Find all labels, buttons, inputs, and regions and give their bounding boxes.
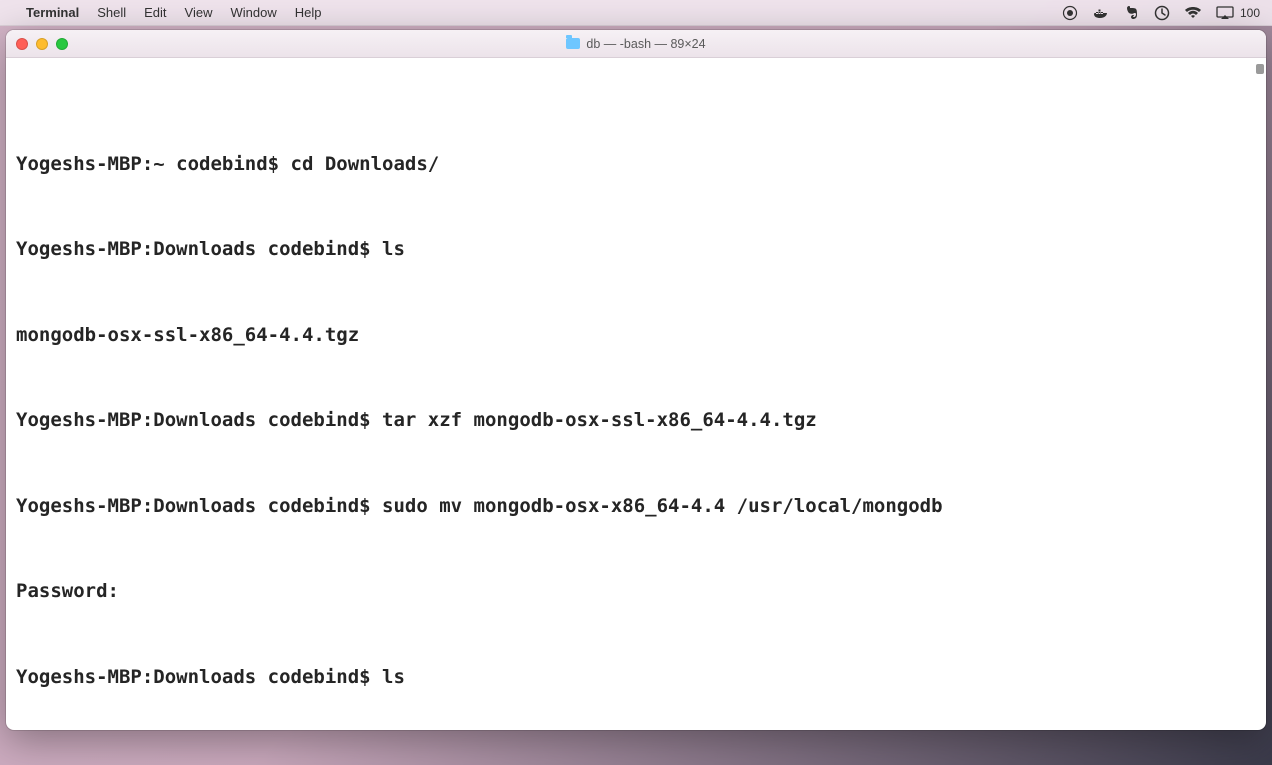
window-maximize-button[interactable] — [56, 38, 68, 50]
record-icon[interactable] — [1062, 5, 1078, 21]
terminal-window: db — -bash — 89×24 Yogeshs-MBP:~ codebin… — [6, 30, 1266, 730]
menubar-app-name[interactable]: Terminal — [26, 5, 79, 20]
wifi-icon[interactable] — [1184, 6, 1202, 20]
backup-icon[interactable] — [1154, 5, 1170, 21]
folder-icon — [566, 38, 580, 49]
terminal-line: Yogeshs-MBP:~ codebind$ cd Downloads/ — [16, 150, 1256, 179]
terminal-line: Yogeshs-MBP:Downloads codebind$ sudo mv … — [16, 492, 1256, 521]
menu-shell[interactable]: Shell — [97, 5, 126, 20]
terminal-line: Yogeshs-MBP:Downloads codebind$ ls — [16, 235, 1256, 264]
window-title-text: db — -bash — 89×24 — [586, 37, 705, 51]
menu-help[interactable]: Help — [295, 5, 322, 20]
menu-edit[interactable]: Edit — [144, 5, 166, 20]
battery-percentage: 100 — [1240, 6, 1260, 20]
terminal-line: mongodb-osx-ssl-x86_64-4.4.tgz — [16, 321, 1256, 350]
docker-icon[interactable] — [1092, 5, 1110, 21]
window-title: db — -bash — 89×24 — [6, 37, 1266, 51]
macos-menubar: Terminal Shell Edit View Window Help 100 — [0, 0, 1272, 26]
terminal-line: Yogeshs-MBP:Downloads codebind$ ls — [16, 663, 1256, 692]
traffic-lights — [16, 38, 68, 50]
window-close-button[interactable] — [16, 38, 28, 50]
terminal-line: Password: — [16, 577, 1256, 606]
terminal-titlebar[interactable]: db — -bash — 89×24 — [6, 30, 1266, 58]
terminal-line: Yogeshs-MBP:Downloads codebind$ tar xzf … — [16, 406, 1256, 435]
scrollbar-thumb[interactable] — [1256, 64, 1264, 74]
window-minimize-button[interactable] — [36, 38, 48, 50]
menu-view[interactable]: View — [185, 5, 213, 20]
menu-window[interactable]: Window — [231, 5, 277, 20]
terminal-body[interactable]: Yogeshs-MBP:~ codebind$ cd Downloads/ Yo… — [6, 58, 1266, 730]
evernote-icon[interactable] — [1124, 5, 1140, 21]
airplay-icon[interactable] — [1216, 6, 1234, 20]
